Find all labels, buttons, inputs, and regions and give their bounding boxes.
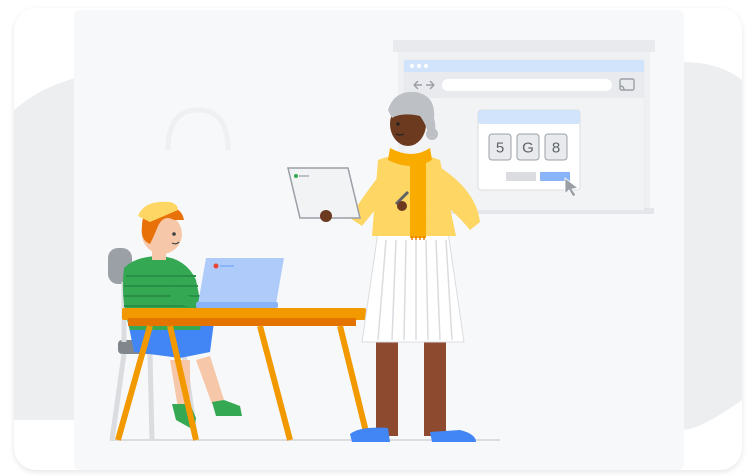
- address-bar: [442, 79, 612, 91]
- captcha-cancel-button: [506, 172, 536, 181]
- captcha-char-1: 5: [496, 140, 504, 157]
- teacher-leg-right: [424, 338, 446, 436]
- teacher-leg-left: [376, 338, 398, 436]
- screen-top-rail: [393, 40, 655, 52]
- laptop-screen: [198, 258, 284, 304]
- illustration-stage: 5 G 8: [0, 0, 752, 476]
- window-dot-3: [424, 64, 428, 68]
- window-dot-1: [410, 64, 414, 68]
- teacher-hair-bun: [426, 128, 438, 140]
- background-blob-right: [682, 62, 742, 430]
- chair-leg-2: [147, 353, 155, 441]
- desk-apron: [128, 318, 356, 326]
- captcha-char-2: G: [522, 140, 534, 157]
- teacher-eye: [396, 122, 400, 126]
- teacher-hand-stylus: [397, 201, 407, 211]
- teacher-scarf-tail: [410, 160, 426, 238]
- teacher-tablet: [287, 167, 361, 222]
- window-dot-2: [417, 64, 421, 68]
- boy-laptop: [196, 258, 284, 308]
- teacher-hand-tablet: [320, 210, 332, 222]
- captcha-header: [478, 110, 580, 124]
- boy-eye: [172, 232, 176, 236]
- illustration-svg: 5 G 8: [14, 10, 742, 470]
- captcha-dialog: 5 G 8: [477, 109, 581, 198]
- captcha-char-3: 8: [552, 140, 560, 157]
- browser-tabbar: [404, 60, 644, 72]
- laptop-base: [196, 302, 278, 308]
